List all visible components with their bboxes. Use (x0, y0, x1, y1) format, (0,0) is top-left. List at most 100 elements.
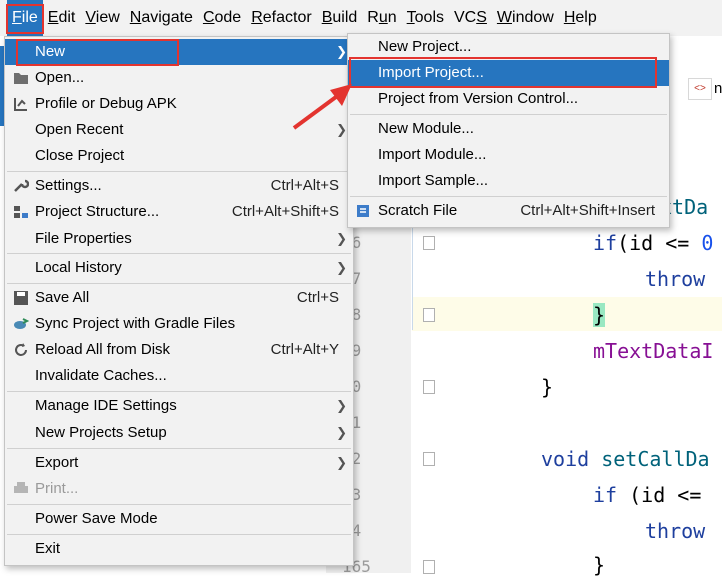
profile-apk-icon (14, 98, 27, 111)
file-menu-new-projects-setup[interactable]: New Projects Setup ❯ (5, 420, 353, 446)
menu-item-label: Close Project (35, 147, 125, 164)
fold-marker-icon[interactable] (423, 308, 435, 322)
menu-separator (7, 283, 351, 284)
code-line-brace: } (593, 303, 606, 327)
menu-item-label: File Properties (35, 230, 132, 247)
menu-separator (7, 534, 351, 535)
file-menu-settings[interactable]: Settings... Ctrl+Alt+S (5, 173, 353, 199)
code-function: setCallDa (601, 447, 710, 471)
submenu-arrow-icon: ❯ (336, 44, 347, 59)
fold-marker-icon[interactable] (423, 560, 435, 574)
menu-separator (7, 253, 351, 254)
new-submenu-new-project[interactable]: New Project... (348, 34, 669, 60)
file-menu-manage-ide[interactable]: Manage IDE Settings ❯ (5, 393, 353, 419)
menu-view[interactable]: View (80, 0, 124, 36)
menu-navigate[interactable]: Navigate (125, 0, 198, 36)
new-submenu-import-project[interactable]: Import Project... (348, 60, 669, 86)
menu-item-label: Exit (35, 540, 61, 557)
fold-marker-icon[interactable] (423, 452, 435, 466)
menu-separator (7, 391, 351, 392)
file-menu-export[interactable]: Export ❯ (5, 450, 353, 476)
menu-item-shortcut: Ctrl+Alt+Shift+S (231, 203, 339, 220)
code-line: throw (645, 267, 706, 291)
file-menu-project-structure[interactable]: Project Structure... Ctrl+Alt+Shift+S (5, 199, 353, 225)
menu-item-label: Save All (35, 289, 90, 306)
menu-run[interactable]: Run (362, 0, 401, 36)
editor-tab-label[interactable]: n (714, 80, 722, 97)
folder-icon (14, 73, 28, 84)
new-submenu-project-vcs[interactable]: Project from Version Control... (348, 86, 669, 112)
file-menu-reload-disk[interactable]: Reload All from Disk Ctrl+Alt+Y (5, 337, 353, 363)
menu-item-label: Open... (35, 69, 85, 86)
menu-item-label: Open Recent (35, 121, 124, 138)
menu-item-label: Scratch File (378, 202, 458, 219)
menu-window[interactable]: Window (492, 0, 559, 36)
menu-item-label: New Module... (378, 120, 474, 137)
code-line: if(id <= 0 (593, 231, 713, 255)
menu-item-label: Manage IDE Settings (35, 397, 177, 414)
file-menu-save-all[interactable]: Save All Ctrl+S (5, 285, 353, 311)
submenu-arrow-icon: ❯ (336, 398, 347, 413)
file-menu-sync-gradle[interactable]: Sync Project with Gradle Files (5, 311, 353, 337)
code-line: void setCallDa (541, 447, 710, 471)
menu-item-label: Power Save Mode (35, 510, 158, 527)
menu-build[interactable]: Build (317, 0, 363, 36)
menu-item-label: Export (35, 454, 79, 471)
submenu-arrow-icon: ❯ (336, 231, 347, 246)
menu-vcs[interactable]: VCS (449, 0, 492, 36)
file-menu-invalidate-caches[interactable]: Invalidate Caches... (5, 363, 353, 389)
code-line: mTextDataI (593, 339, 714, 363)
file-menu-new[interactable]: New ❯ (5, 39, 353, 65)
file-menu-power-save[interactable]: Power Save Mode (5, 506, 353, 532)
menu-separator (350, 114, 667, 115)
menu-item-label: New Projects Setup (35, 424, 167, 441)
code-line: } (541, 375, 554, 399)
menu-item-label: Import Project... (378, 64, 484, 81)
menu-item-label: Project Structure... (35, 203, 160, 220)
code-keyword: if (593, 483, 618, 507)
menu-item-label: Sync Project with Gradle Files (35, 315, 236, 332)
menu-help[interactable]: Help (559, 0, 602, 36)
new-submenu-import-sample[interactable]: Import Sample... (348, 168, 669, 194)
menu-separator (7, 504, 351, 505)
fold-marker-icon[interactable] (423, 236, 435, 250)
menu-refactor[interactable]: Refactor (246, 0, 316, 36)
file-menu-local-history[interactable]: Local History ❯ (5, 255, 353, 281)
code-text: (id <= (617, 231, 702, 255)
menu-separator (350, 196, 667, 197)
menu-tools[interactable]: Tools (402, 0, 449, 36)
new-submenu-import-module[interactable]: Import Module... (348, 142, 669, 168)
submenu-arrow-icon: ❯ (336, 455, 347, 470)
file-menu-close-project[interactable]: Close Project (5, 143, 353, 169)
gradle-sync-icon (14, 318, 29, 329)
code-line: throw (645, 519, 706, 543)
new-submenu-new-module[interactable]: New Module... (348, 116, 669, 142)
new-submenu: New Project... Import Project... Project… (347, 33, 670, 228)
wrench-icon (14, 179, 29, 192)
menu-edit[interactable]: Edit (43, 0, 81, 36)
menu-item-label: Print... (35, 480, 79, 497)
reload-icon (15, 343, 27, 356)
menu-item-label: Invalidate Caches... (35, 367, 167, 384)
new-submenu-scratch-file[interactable]: Scratch File Ctrl+Alt+Shift+Insert (348, 198, 669, 224)
printer-icon (14, 482, 28, 493)
file-menu-print: Print... (5, 476, 353, 502)
menu-code[interactable]: Code (198, 0, 246, 36)
menu-file[interactable]: File (7, 0, 43, 36)
menu-item-label: Local History (35, 259, 122, 276)
code-keyword: void (541, 447, 590, 471)
menu-item-shortcut: Ctrl+Alt+Shift+Insert (520, 202, 655, 219)
submenu-arrow-icon: ❯ (336, 260, 347, 275)
project-structure-icon (14, 206, 28, 218)
editor-tab-xml-icon[interactable]: <> (688, 78, 712, 100)
red-arrow-annotation (292, 84, 352, 130)
menu-separator (7, 448, 351, 449)
menu-item-shortcut: Ctrl+Alt+S (270, 177, 339, 194)
file-menu-file-properties[interactable]: File Properties ❯ (5, 226, 353, 252)
menu-item-shortcut: Ctrl+S (296, 289, 339, 306)
menubar: File Edit View Navigate Code Refactor Bu… (0, 0, 722, 36)
file-menu-exit[interactable]: Exit (5, 536, 353, 562)
code-keyword: if (593, 231, 618, 255)
menu-item-shortcut: Ctrl+Alt+Y (270, 341, 339, 358)
fold-marker-icon[interactable] (423, 380, 435, 394)
